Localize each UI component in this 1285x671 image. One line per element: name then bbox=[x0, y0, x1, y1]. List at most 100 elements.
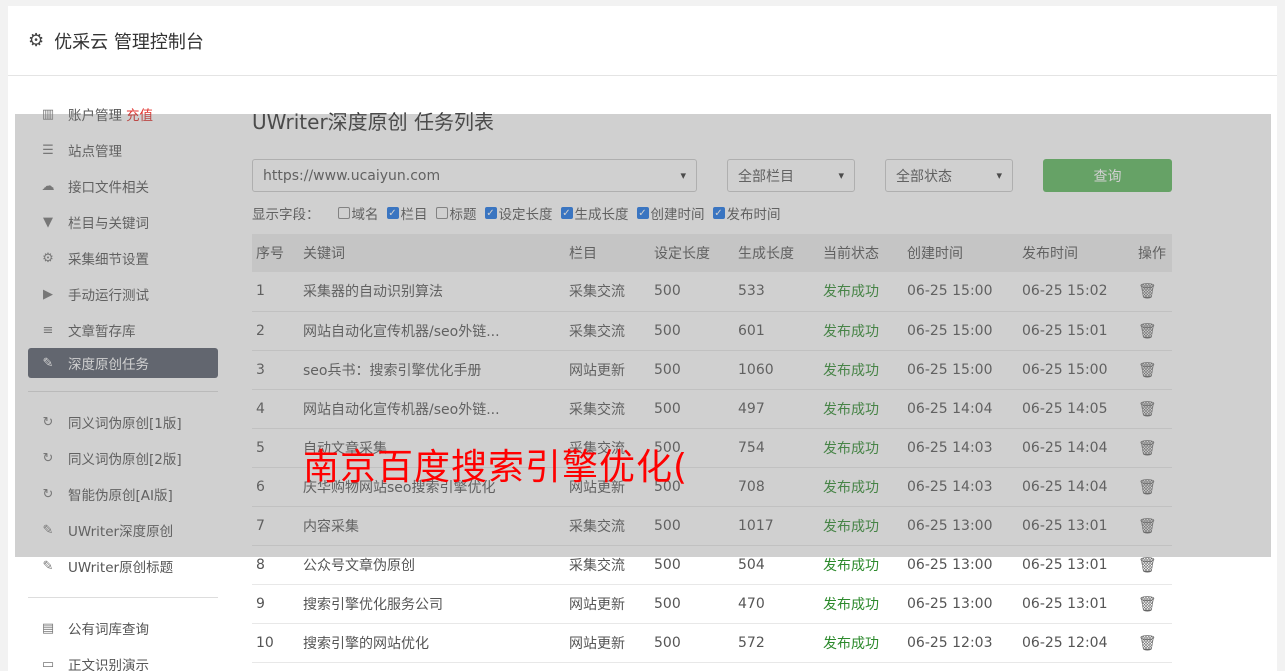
checkbox-icon[interactable]: ✓ bbox=[560, 207, 573, 219]
column-header: 栏目 bbox=[565, 234, 650, 272]
server-icon: ☰ bbox=[42, 142, 54, 158]
trash-icon[interactable]: 🗑 bbox=[1138, 556, 1157, 574]
field-checkbox[interactable]: ✓ 栏目 bbox=[386, 203, 428, 223]
sidebar-item[interactable]: ✎ 深度原创任务 bbox=[28, 348, 218, 378]
table-cell: 06-25 15:01 bbox=[1018, 311, 1134, 351]
sidebar-item[interactable]: ✎ UWriter深度原创 bbox=[28, 512, 218, 548]
table-cell: 庆华购物网站seo搜索引擎优化 bbox=[299, 467, 565, 507]
field-checkbox[interactable]: 标题 bbox=[435, 203, 477, 223]
checkbox-icon[interactable]: ✓ bbox=[386, 207, 399, 219]
table-cell: 自动文章采集 bbox=[299, 428, 565, 468]
sidebar-item[interactable]: ↻ 同义词伪原创[2版] bbox=[28, 440, 218, 476]
sidebar-item[interactable]: ▼ 栏目与关键词 bbox=[28, 204, 218, 240]
sidebar-item[interactable]: ↻ 同义词伪原创[1版] bbox=[28, 404, 218, 440]
table-cell: 1017 bbox=[734, 506, 819, 546]
sidebar-item[interactable]: ▭ 正文识别演示 bbox=[28, 646, 218, 671]
table-cell: 572 bbox=[734, 623, 819, 663]
trash-icon[interactable]: 🗑 bbox=[1138, 361, 1157, 379]
cloud-upload-icon: ☁ bbox=[41, 178, 55, 194]
field-checkbox[interactable]: ✓ 设定长度 bbox=[484, 203, 553, 223]
sidebar-item[interactable]: ✎ UWriter原创标题 bbox=[28, 548, 218, 584]
table-cell: 06-25 13:01 bbox=[1018, 506, 1134, 546]
trash-icon[interactable]: 🗑 bbox=[1138, 634, 1157, 652]
bar-chart-icon: ▥ bbox=[41, 106, 55, 122]
table-cell: 采集交流 bbox=[565, 428, 650, 468]
table-cell: 500 bbox=[650, 311, 734, 351]
table-cell: 500 bbox=[650, 506, 734, 546]
refresh-icon: ↻ bbox=[42, 414, 54, 430]
table-cell: 500 bbox=[650, 584, 734, 624]
sidebar-item-label: 站点管理 bbox=[68, 144, 122, 160]
table-cell: 06-25 13:00 bbox=[903, 506, 1018, 546]
column-header: 创建时间 bbox=[903, 234, 1018, 272]
trash-icon[interactable]: 🗑 bbox=[1138, 282, 1157, 300]
field-checkbox[interactable]: ✓ 生成长度 bbox=[560, 203, 629, 223]
table-cell: 5 bbox=[252, 428, 299, 468]
chevron-down-icon: ▾ bbox=[996, 169, 1002, 182]
query-button[interactable]: 查询 bbox=[1043, 159, 1172, 192]
table-cell: 8 bbox=[252, 545, 299, 585]
sidebar-item[interactable]: ▶ 手动运行测试 bbox=[28, 276, 218, 312]
table-cell: 06-25 14:04 bbox=[903, 389, 1018, 429]
field-checkbox[interactable]: ✓ 创建时间 bbox=[636, 203, 705, 223]
status-select[interactable]: 全部状态 ▾ bbox=[885, 159, 1013, 192]
sidebar-item[interactable]: ☁ 接口文件相关 bbox=[28, 168, 218, 204]
table-row: 1 采集器的自动识别算法 采集交流 500 533 发布成功 06-25 15:00 06-2… bbox=[252, 272, 1172, 312]
table-row: 10 搜索引擎的网站优化 网站更新 500 572 发布成功 06-25 12:03 06-2… bbox=[252, 623, 1172, 663]
sidebar-item-label: 采集细节设置 bbox=[68, 252, 149, 268]
recharge-link[interactable]: 充值 bbox=[126, 104, 153, 124]
edit-icon: ✎ bbox=[42, 558, 54, 574]
checkbox-icon[interactable] bbox=[435, 207, 448, 219]
table-cell: 06-25 14:03 bbox=[903, 467, 1018, 507]
trash-icon[interactable]: 🗑 bbox=[1138, 595, 1157, 613]
sidebar-item[interactable]: ☰ 站点管理 bbox=[28, 132, 218, 168]
monitor-icon: ▭ bbox=[41, 656, 55, 671]
trash-icon[interactable]: 🗑 bbox=[1138, 322, 1157, 340]
checkbox-icon[interactable]: ✓ bbox=[484, 207, 497, 219]
checkbox-icon[interactable]: ✓ bbox=[636, 207, 649, 219]
column-select[interactable]: 全部栏目 ▾ bbox=[727, 159, 855, 192]
cogs-icon: ⚙ bbox=[42, 250, 54, 266]
table-cell: 发布成功 bbox=[819, 506, 903, 546]
checkbox-icon[interactable]: ✓ bbox=[712, 207, 725, 219]
table-cell: 708 bbox=[734, 467, 819, 507]
field-checkbox[interactable]: ✓ 发布时间 bbox=[712, 203, 781, 223]
field-label: 生成长度 bbox=[574, 207, 629, 223]
table-cell: 发布成功 bbox=[819, 311, 903, 351]
table-cell: seo兵书：搜索引擎优化手册 bbox=[299, 350, 565, 390]
sidebar-item-label: 正文识别演示 bbox=[68, 658, 149, 671]
site-select[interactable]: https://www.ucaiyun.com ▾ bbox=[252, 159, 697, 192]
trash-icon[interactable]: 🗑 bbox=[1138, 400, 1157, 418]
sidebar-item-label: 同义词伪原创[1版] bbox=[68, 416, 182, 432]
table-cell: 06-25 14:04 bbox=[1018, 428, 1134, 468]
sidebar-item-label: 同义词伪原创[2版] bbox=[68, 452, 182, 468]
table-cell: 1060 bbox=[734, 350, 819, 390]
table-cell: 06-25 13:01 bbox=[1018, 545, 1134, 585]
trash-icon[interactable]: 🗑 bbox=[1138, 439, 1157, 457]
table-cell: 采集交流 bbox=[565, 311, 650, 351]
gear-icon: ⚙ bbox=[28, 30, 45, 51]
filter-bar: https://www.ucaiyun.com ▾ 全部栏目 ▾ 全部状态 ▾ … bbox=[252, 159, 1172, 192]
table-cell-action: 🗑 bbox=[1134, 623, 1172, 663]
column-header: 当前状态 bbox=[819, 234, 903, 272]
trash-icon[interactable]: 🗑 bbox=[1138, 478, 1157, 496]
sidebar-item[interactable]: ↻ 智能伪原创[AI版] bbox=[28, 476, 218, 512]
table-cell-action: 🗑 bbox=[1134, 584, 1172, 624]
table-cell: 发布成功 bbox=[819, 584, 903, 624]
edit-icon: ✎ bbox=[42, 522, 54, 538]
table-cell: 网站更新 bbox=[565, 467, 650, 507]
sidebar-item[interactable]: ▤ 公有词库查询 bbox=[28, 610, 218, 646]
table-cell: 500 bbox=[650, 467, 734, 507]
table-row: 6 庆华购物网站seo搜索引擎优化 网站更新 500 708 发布成功 06-25 14:0… bbox=[252, 467, 1172, 507]
trash-icon[interactable]: 🗑 bbox=[1138, 517, 1157, 535]
table-cell: 500 bbox=[650, 389, 734, 429]
sidebar-item[interactable]: ▥ 账户管理 充值 bbox=[28, 96, 218, 132]
table-cell: 06-25 15:00 bbox=[1018, 350, 1134, 390]
sidebar-item[interactable]: ≡ 文章暂存库 bbox=[28, 312, 218, 348]
sidebar-item-label: UWriter深度原创 bbox=[68, 524, 174, 540]
checkbox-icon[interactable] bbox=[337, 207, 350, 219]
field-checkbox[interactable]: 域名 bbox=[337, 203, 379, 223]
table-cell: 1 bbox=[252, 272, 299, 312]
sidebar-item[interactable]: ⚙ 采集细节设置 bbox=[28, 240, 218, 276]
table-cell: 采集器的自动识别算法 bbox=[299, 272, 565, 312]
